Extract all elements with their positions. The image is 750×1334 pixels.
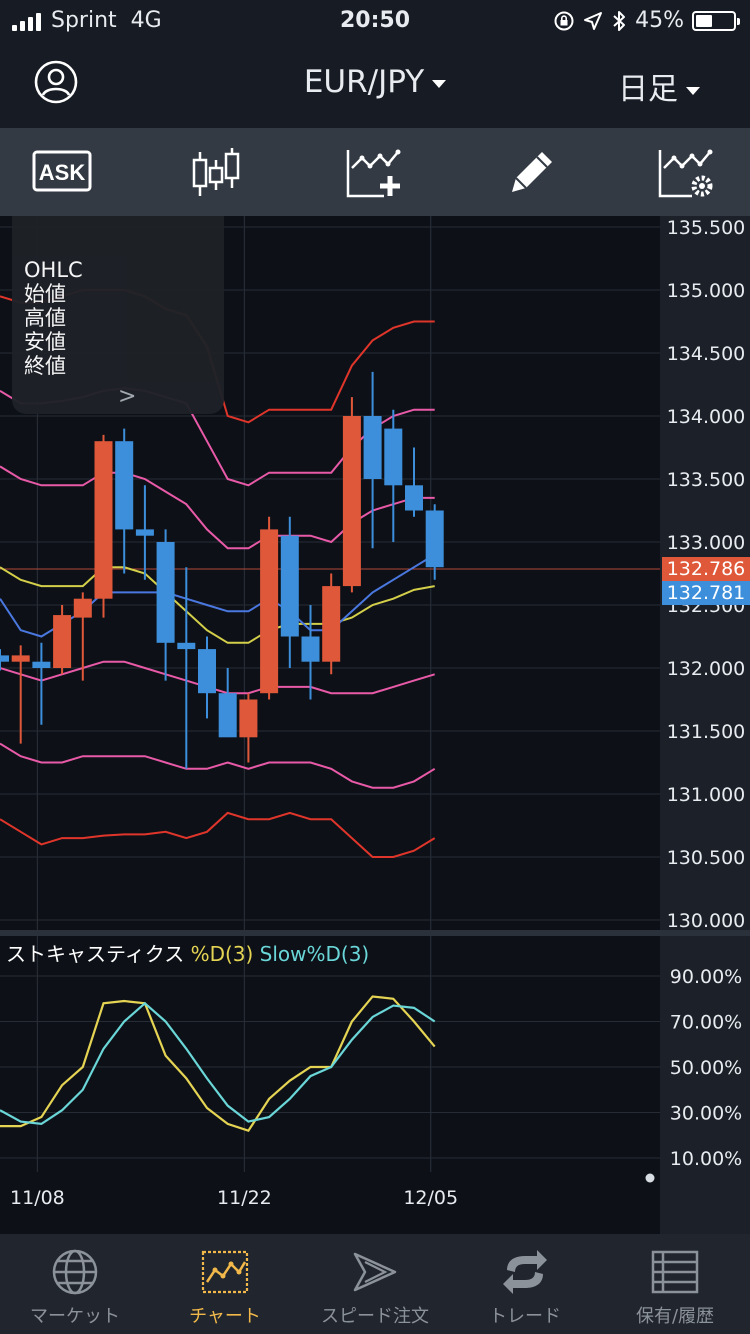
candle-up [322,586,341,662]
candlestick-type-icon[interactable] [190,146,242,200]
tab-holdings-label: 保有/履歴 [635,1306,715,1327]
candle-down [135,529,154,536]
battery-level [696,14,713,27]
status-bar: Sprint 4G 20:50 45% [0,0,750,42]
ask-label: ASK [39,160,86,185]
indicator-line [0,811,436,858]
y-tick-label: 131.500 [667,721,746,743]
candle-down [405,485,423,511]
y-tick-label: 131.000 [667,784,746,806]
y-tick-label: 132.000 [667,658,746,680]
tab-chart[interactable]: チャート [150,1234,300,1334]
candle-up [11,655,30,662]
candle-up [342,416,361,587]
location-arrow-icon [584,11,603,30]
stoch-y-tick-label: 30.00% [670,1103,742,1125]
candle-down [301,636,320,662]
candle-up [260,529,279,694]
candle-up [239,699,258,738]
chevron-down-icon [432,79,447,88]
tab-trade[interactable]: トレード [450,1234,600,1334]
stoch-y-tick-label: 10.00% [670,1148,742,1170]
y-tick-label: 133.000 [667,532,746,554]
tab-speed-order[interactable]: スピード注文 [300,1234,450,1334]
y-tick-label: 135.000 [667,280,746,302]
chevron-down-icon [686,86,700,95]
currency-pair-label: EUR/JPY [303,64,425,100]
drawing-pencil-icon[interactable] [506,146,556,200]
x-tick-label: 11/08 [10,1187,65,1209]
candle-down [177,642,196,650]
scroll-indicator-dot [645,1173,655,1183]
candle-up [73,598,92,618]
battery-icon [692,10,740,31]
candle-up [94,441,113,599]
stoch-y-tick-label: 50.00% [670,1057,742,1079]
y-tick-label: 130.500 [667,847,746,869]
y-tick-label: 133.500 [667,469,746,491]
tab-speed-order-label: スピード注文 [321,1306,429,1327]
battery-percent: 45% [635,8,684,33]
rotation-lock-icon [554,11,574,30]
chevron-right-icon[interactable]: > [118,384,136,409]
stochastic-title: ストキャスティクス [6,942,185,966]
stoch-y-tick-label: 70.00% [670,1012,742,1034]
y-tick-label: 134.500 [667,343,746,365]
candle-down [0,655,9,662]
panel-divider [0,930,750,936]
candle-down [384,428,403,486]
ohlc-open-label: 始値 [24,282,66,306]
ask-icon[interactable]: ASK [32,146,92,200]
tab-trade-label: トレード [489,1306,561,1327]
y-tick-label: 130.000 [667,910,746,932]
status-right: 45% [553,8,740,33]
ohlc-high-label: 高値 [24,306,66,330]
stochastic-d-label: %D(3) [190,942,254,966]
bluetooth-icon [613,10,626,31]
tab-chart-label: チャート [189,1306,261,1327]
candle-down [363,416,382,479]
tab-market[interactable]: マーケット [0,1234,150,1334]
candle-down [156,542,175,643]
ohlc-low-label: 安値 [24,330,66,354]
candle-down [280,535,299,637]
candle-down [218,693,237,738]
y-tick-label: 135.500 [667,217,746,239]
tab-holdings[interactable]: 保有/履歴 [600,1234,750,1334]
x-tick-label: 11/22 [217,1187,272,1209]
chart-toolbar: ASK [0,128,750,216]
ohlc-panel[interactable]: OHLC 始値 高値 安値 終値 > [12,216,224,414]
y-tick-label: 134.000 [667,406,746,428]
add-indicator-icon[interactable] [344,146,404,200]
candle-up [53,615,72,668]
stochastic-slow-label: Slow%D(3) [259,942,370,966]
indicator-line [0,742,436,789]
chart-icon [201,1250,249,1294]
tab-market-label: マーケット [30,1306,120,1327]
title-bar: EUR/JPY 日足 [0,42,750,128]
candle-down [425,510,444,568]
bid-price-tag: 132.786 [662,556,750,581]
holdings-list-icon [651,1250,699,1294]
period-label: 日足 [618,72,678,107]
chart-area[interactable]: 135.500 135.000 134.500 134.000 133.500 133.0… [0,216,750,1234]
x-tick-label: 12/05 [403,1187,458,1209]
candle-down [115,441,134,530]
speed-order-icon [353,1252,397,1292]
trade-arrows-icon [503,1250,547,1294]
stoch-y-tick-label: 90.00% [670,966,742,988]
ohlc-close-label: 終値 [24,354,66,378]
stochastic-legend: ストキャスティクス %D(3) Slow%D(3) [6,938,369,967]
candle-down [32,661,51,668]
chart-settings-icon[interactable] [656,146,716,200]
ask-price-tag: 132.781 [662,580,750,605]
candle-down [198,649,216,694]
period-selector[interactable]: 日足 [618,64,700,108]
globe-icon [52,1249,98,1295]
ohlc-title: OHLC [24,258,83,282]
stochastic-line [0,995,436,1133]
bottom-tab-bar: マーケット チャート スピード注文 トレード 保有/履歴 [0,1234,750,1334]
